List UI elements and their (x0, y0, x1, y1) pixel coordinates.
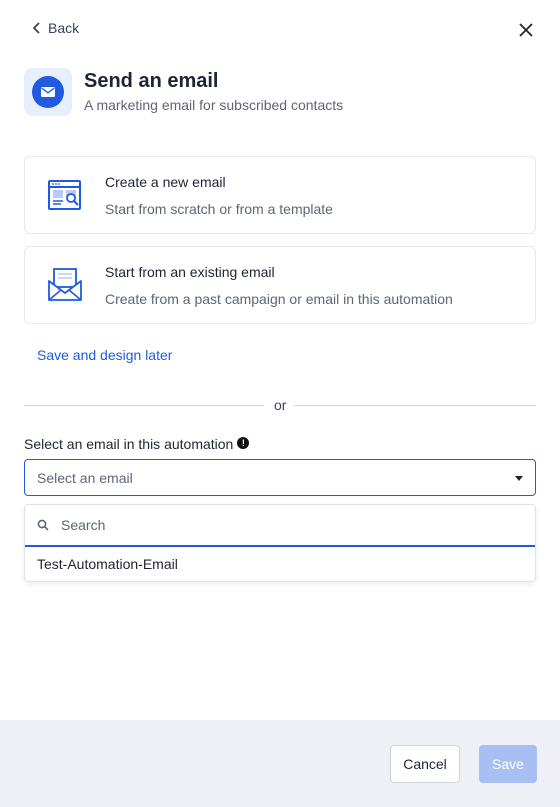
option-title: Create a new email (105, 173, 226, 190)
page-title: Send an email (84, 70, 219, 92)
modal-header: Send an email A marketing email for subs… (24, 68, 536, 116)
option-description: Create from a past campaign or email in … (105, 290, 453, 307)
close-icon[interactable] (516, 20, 536, 40)
cancel-button[interactable]: Cancel (390, 745, 460, 783)
top-bar: Back (24, 18, 540, 42)
info-icon[interactable]: ! (237, 437, 250, 449)
envelope-icon (24, 68, 72, 116)
search-input[interactable] (61, 517, 501, 533)
dropdown-option-test-automation-email[interactable]: Test-Automation-Email (25, 547, 535, 581)
create-new-email-option[interactable]: Create a new email Start from scratch or… (24, 156, 536, 234)
save-button[interactable]: Save (479, 745, 537, 783)
existing-email-icon (48, 268, 82, 301)
back-label: Back (48, 20, 80, 36)
existing-email-option[interactable]: Start from an existing email Create from… (24, 246, 536, 324)
save-and-design-later-link[interactable]: Save and design later (37, 347, 172, 363)
back-button[interactable]: Back (32, 20, 79, 36)
caret-up-icon (515, 476, 523, 481)
option-description: Start from scratch or from a template (105, 200, 333, 217)
chevron-left-icon (32, 22, 40, 34)
modal-footer: Cancel Save (0, 720, 560, 807)
new-email-template-icon (48, 180, 81, 210)
select-email-label: Select an email in this automation ! (24, 436, 250, 452)
email-dropdown: Test-Automation-Email (24, 504, 536, 582)
select-placeholder: Select an email (37, 469, 133, 486)
dropdown-search (25, 505, 535, 547)
or-divider: or (24, 397, 536, 413)
divider-text: or (274, 397, 287, 413)
option-title: Start from an existing email (105, 263, 275, 280)
search-icon (37, 519, 49, 531)
page-subtitle: A marketing email for subscribed contact… (84, 97, 344, 113)
email-select[interactable]: Select an email (24, 459, 536, 496)
